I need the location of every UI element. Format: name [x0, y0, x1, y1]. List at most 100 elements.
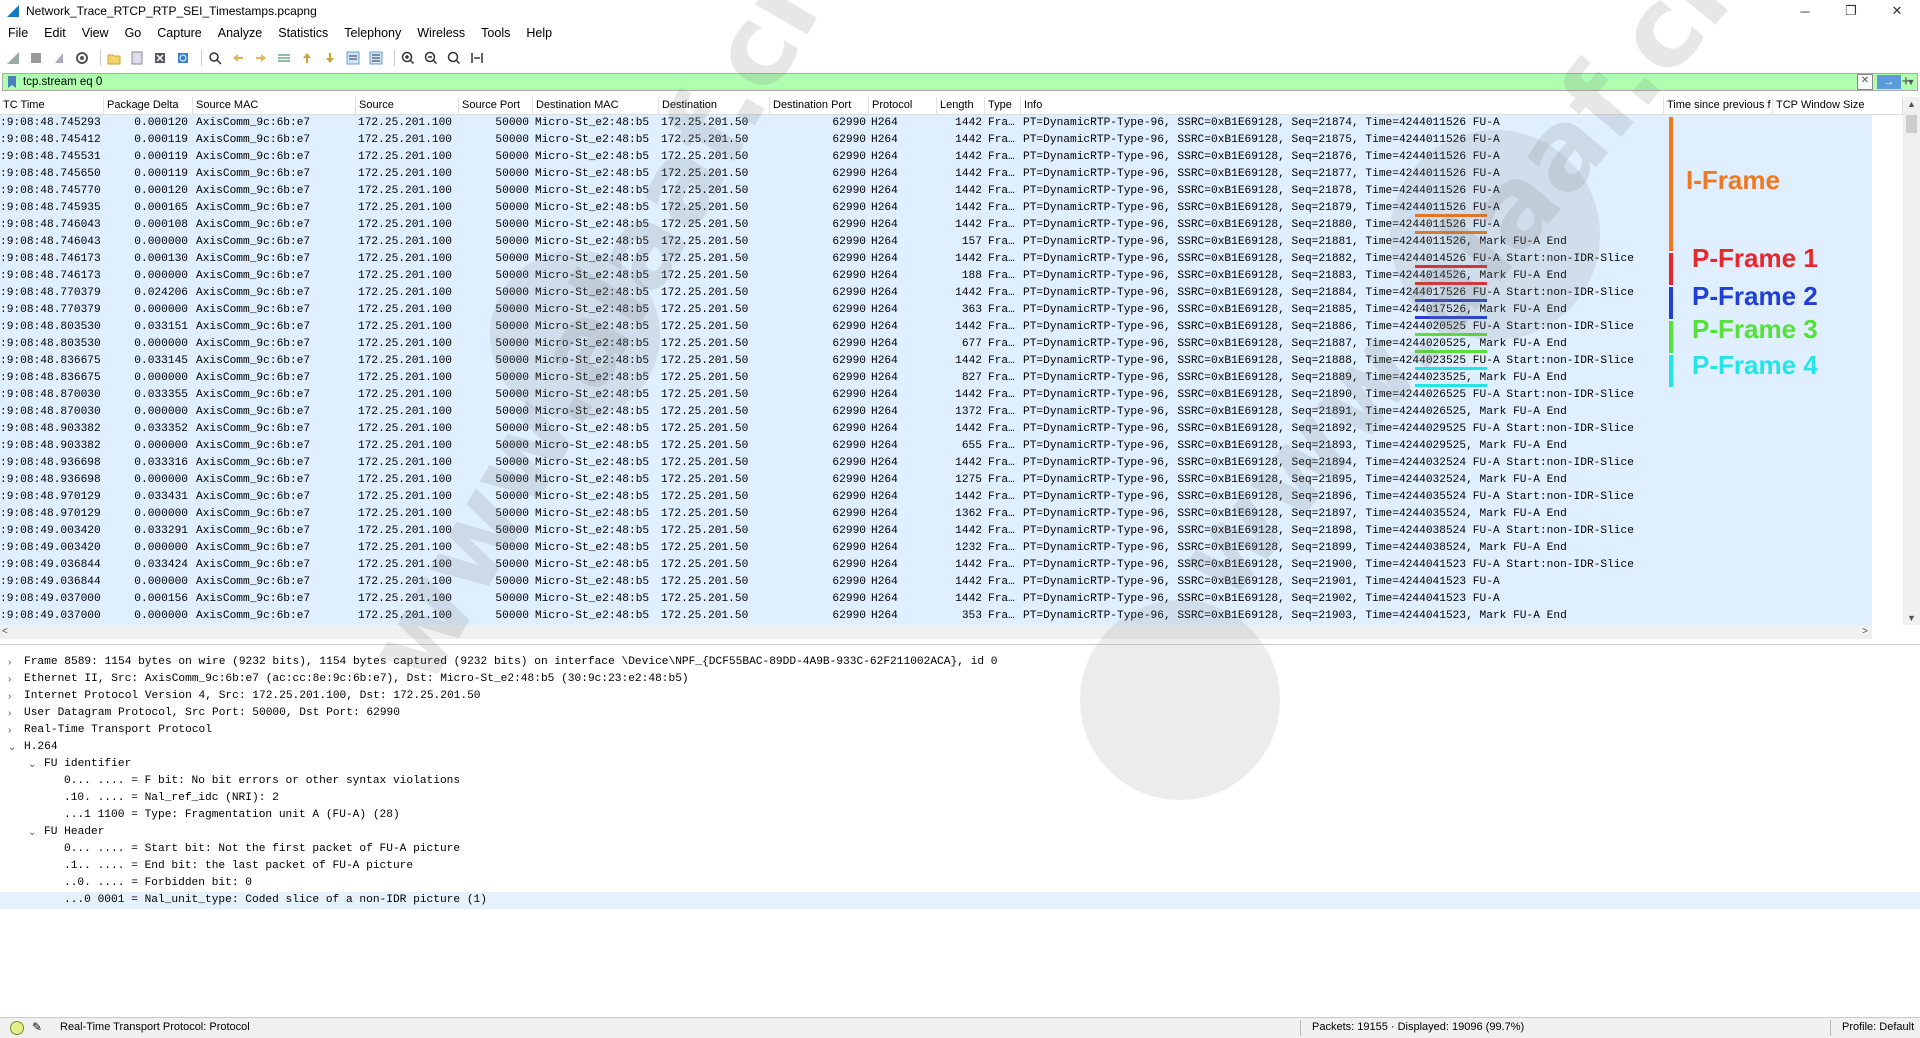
packet-cell-time: :9:08:49.036844 [0, 576, 101, 588]
restart-capture-button[interactable] [50, 49, 68, 67]
menu-edit[interactable]: Edit [36, 26, 74, 40]
menu-file[interactable]: File [0, 26, 36, 40]
details-tree-item[interactable]: ...1 1100 = Type: Fragmentation unit A (… [0, 807, 1920, 824]
details-tree-item[interactable]: › Real-Time Transport Protocol [0, 722, 1920, 739]
packet-cell-dport: 62990 [832, 440, 866, 452]
last-packet-button[interactable] [321, 49, 339, 67]
expand-arrow-icon[interactable]: › [8, 654, 11, 671]
go-forward-button[interactable] [252, 49, 270, 67]
expert-info-icon[interactable] [10, 1021, 24, 1035]
column-header-info[interactable]: Info [1021, 97, 1664, 114]
packet-cell-sport: 50000 [495, 457, 529, 469]
packet-cell-type: Fra… [988, 406, 1015, 418]
packet-cell-type: Fra… [988, 389, 1015, 401]
details-tree-item[interactable]: .10. .... = Nal_ref_idc (NRI): 2 [0, 790, 1920, 807]
status-separator [1830, 1020, 1831, 1036]
gear-icon [76, 52, 88, 64]
go-back-button[interactable] [229, 49, 247, 67]
scroll-down-arrow-icon[interactable]: ▼ [1903, 611, 1920, 625]
packet-cell-delta: 0.033355 [134, 389, 188, 401]
scroll-thumb[interactable] [1906, 115, 1917, 133]
clear-filter-button[interactable]: ✕ [1857, 74, 1873, 90]
column-header-type[interactable]: Type [985, 97, 1021, 114]
menu-analyze[interactable]: Analyze [210, 26, 270, 40]
menu-capture[interactable]: Capture [149, 26, 209, 40]
close-button[interactable]: ✕ [1874, 0, 1920, 22]
expand-arrow-icon[interactable]: › [8, 705, 11, 722]
collapse-arrow-icon[interactable]: ⌄ [28, 824, 36, 841]
expand-arrow-icon[interactable]: › [8, 722, 11, 739]
menu-view[interactable]: View [74, 26, 117, 40]
menu-go[interactable]: Go [117, 26, 150, 40]
save-file-button[interactable] [128, 49, 146, 67]
reload-button[interactable] [174, 49, 192, 67]
menu-telephony[interactable]: Telephony [336, 26, 409, 40]
colorize-button[interactable] [367, 49, 385, 67]
expand-arrow-icon[interactable]: › [8, 671, 11, 688]
capture-comment-icon[interactable]: ✎ [32, 1020, 42, 1034]
details-tree-item[interactable]: › User Datagram Protocol, Src Port: 50000… [0, 705, 1920, 722]
scroll-right-arrow-icon[interactable]: > [1862, 625, 1868, 639]
expand-arrow-icon[interactable]: › [8, 688, 11, 705]
zoom-in-button[interactable] [399, 49, 417, 67]
column-header-source-port[interactable]: Source Port [459, 97, 533, 114]
details-tree-item[interactable]: ⌄ H.264 [0, 739, 1920, 756]
details-tree-item[interactable]: 0... .... = F bit: No bit errors or othe… [0, 773, 1920, 790]
column-header-utc-time[interactable]: TC Time [0, 97, 104, 114]
zoom-reset-button[interactable] [445, 49, 463, 67]
add-filter-button[interactable]: + [1896, 73, 1916, 91]
column-header-source[interactable]: Source [356, 97, 459, 114]
column-header-destination-mac[interactable]: Destination MAC [533, 97, 659, 114]
minimize-button[interactable]: ─ [1782, 0, 1828, 22]
details-tree-item[interactable]: › Frame 8589: 1154 bytes on wire (9232 bi… [0, 654, 1920, 671]
scroll-up-arrow-icon[interactable]: ▲ [1903, 97, 1920, 111]
collapse-arrow-icon[interactable]: ⌄ [28, 756, 36, 773]
packet-cell-sport: 50000 [495, 576, 529, 588]
display-filter-input[interactable] [23, 74, 1857, 90]
details-tree-item[interactable]: 0... .... = Start bit: Not the first pac… [0, 841, 1920, 858]
column-header-time-since-previous-f[interactable]: Time since previous f [1664, 97, 1773, 114]
packet-cell-src: 172.25.201.100 [358, 542, 452, 554]
packet-list-horizontal-scrollbar[interactable]: < > [0, 625, 1872, 639]
go-to-packet-button[interactable] [275, 49, 293, 67]
autoscroll-button[interactable] [344, 49, 362, 67]
column-header-source-mac[interactable]: Source MAC [193, 97, 356, 114]
collapse-arrow-icon[interactable]: ⌄ [8, 739, 16, 756]
details-tree-item[interactable]: › Internet Protocol Version 4, Src: 172.2… [0, 688, 1920, 705]
stop-capture-button[interactable] [27, 49, 45, 67]
menu-statistics[interactable]: Statistics [270, 26, 336, 40]
details-tree-item[interactable]: ⌄ FU identifier [0, 756, 1920, 773]
column-header-length[interactable]: Length [937, 97, 985, 114]
column-header-destination[interactable]: Destination [659, 97, 770, 114]
resize-columns-button[interactable] [468, 49, 486, 67]
maximize-button[interactable]: ❐ [1828, 0, 1874, 22]
bookmark-icon[interactable] [7, 75, 17, 89]
details-tree-item[interactable]: .1.. .... = End bit: the last packet of … [0, 858, 1920, 875]
menu-help[interactable]: Help [518, 26, 560, 40]
packet-list-vertical-scrollbar[interactable]: ▲ ▼ [1903, 97, 1920, 625]
column-header-destination-port[interactable]: Destination Port [770, 97, 869, 114]
details-tree-item[interactable]: ⌄ FU Header [0, 824, 1920, 841]
details-tree-item[interactable]: › Ethernet II, Src: AxisComm_9c:6b:e7 (ac… [0, 671, 1920, 688]
column-header-package-delta[interactable]: Package Delta [104, 97, 193, 114]
status-profile[interactable]: Profile: Default [1842, 1021, 1914, 1033]
find-packet-button[interactable] [206, 49, 224, 67]
menu-tools[interactable]: Tools [473, 26, 518, 40]
details-tree-item[interactable]: ..0. .... = Forbidden bit: 0 [0, 875, 1920, 892]
close-file-button[interactable] [151, 49, 169, 67]
start-capture-button[interactable] [4, 49, 22, 67]
column-header-protocol[interactable]: Protocol [869, 97, 937, 114]
packet-cell-proto: H264 [871, 338, 898, 350]
scroll-left-arrow-icon[interactable]: < [2, 625, 8, 639]
zoom-out-button[interactable] [422, 49, 440, 67]
capture-options-button[interactable] [73, 49, 91, 67]
details-tree-item[interactable]: ...0 0001 = Nal_unit_type: Coded slice o… [0, 892, 1920, 909]
packet-cell-src: 172.25.201.100 [358, 202, 452, 214]
frame-annotation-label: P-Frame 2 [1692, 281, 1818, 311]
status-packet-count: Packets: 19155 · Displayed: 19096 (99.7%… [1312, 1021, 1525, 1033]
first-packet-button[interactable] [298, 49, 316, 67]
column-header-tcp-window-size[interactable]: TCP Window Size [1773, 97, 1903, 114]
packet-cell-type: Fra… [988, 457, 1015, 469]
open-file-button[interactable] [105, 49, 123, 67]
menu-wireless[interactable]: Wireless [409, 26, 473, 40]
